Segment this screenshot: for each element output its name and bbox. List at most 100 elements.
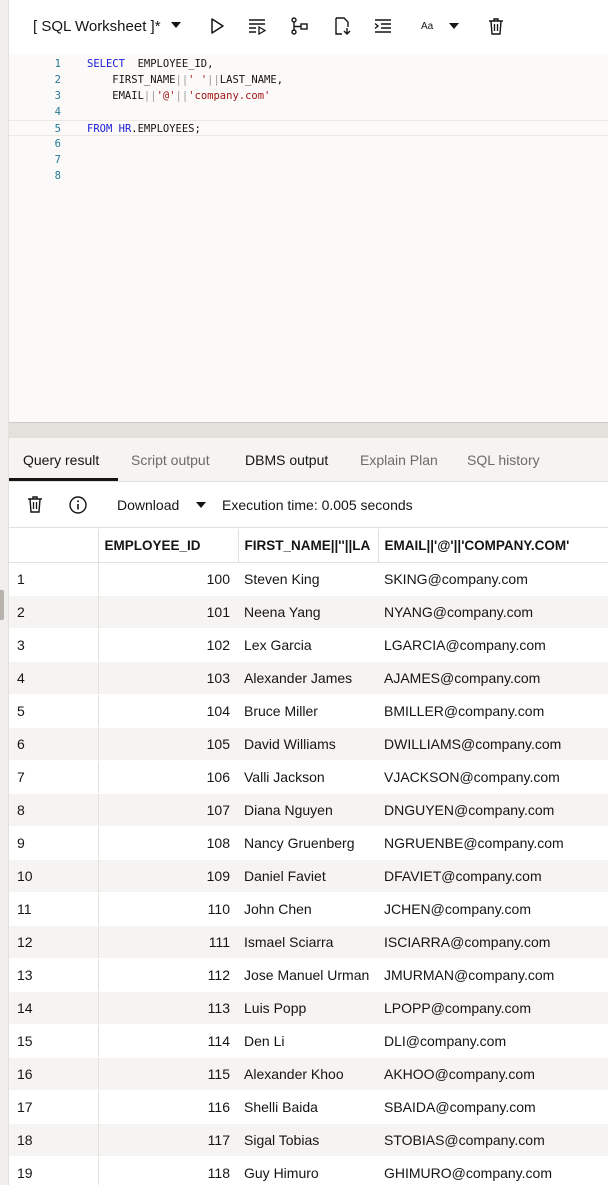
full-name-cell[interactable]: Sigal Tobias: [238, 1123, 378, 1157]
employee-id-cell[interactable]: 115: [98, 1057, 238, 1091]
email-cell[interactable]: AJAMES@company.com: [378, 661, 608, 695]
table-row[interactable]: 1 100 Steven King SKING@company.com: [9, 562, 608, 596]
employee-id-cell[interactable]: 108: [98, 826, 238, 860]
employee-id-cell[interactable]: 106: [98, 760, 238, 794]
column-header-email[interactable]: EMAIL||'@'||'COMPANY.COM': [378, 529, 608, 563]
download-chevron-down-icon[interactable]: [196, 502, 206, 508]
employee-id-cell[interactable]: 100: [98, 562, 238, 596]
format-icon[interactable]: [372, 15, 394, 37]
tab-query-result[interactable]: Query result: [23, 452, 99, 468]
full-name-cell[interactable]: Luis Popp: [238, 991, 378, 1025]
email-cell[interactable]: DNGUYEN@company.com: [378, 793, 608, 827]
tab-dbms-output[interactable]: DBMS output: [245, 452, 328, 468]
row-number-cell[interactable]: 2: [9, 595, 99, 629]
table-row[interactable]: 12 111 Ismael Sciarra ISCIARRA@company.com: [9, 925, 608, 959]
table-row[interactable]: 17 116 Shelli Baida SBAIDA@company.com: [9, 1090, 608, 1124]
employee-id-cell[interactable]: 111: [98, 925, 238, 959]
row-number-cell[interactable]: 1: [9, 562, 99, 596]
row-number-cell[interactable]: 17: [9, 1090, 99, 1124]
sql-editor[interactable]: 1 SELECT EMPLOYEE_ID, 2 FIRST_NAME||' '||L…: [9, 54, 608, 422]
email-cell[interactable]: SKING@company.com: [378, 562, 608, 596]
worksheet-menu-chevron-icon[interactable]: [171, 22, 181, 28]
full-name-cell[interactable]: Guy Himuro: [238, 1156, 378, 1185]
code-line[interactable]: 6: [9, 136, 608, 152]
row-number-cell[interactable]: 13: [9, 958, 99, 992]
row-number-cell[interactable]: 9: [9, 826, 99, 860]
email-cell[interactable]: NGRUENBE@company.com: [378, 826, 608, 860]
run-script-icon[interactable]: [246, 15, 268, 37]
full-name-cell[interactable]: Alexander James: [238, 661, 378, 695]
email-cell[interactable]: JMURMAN@company.com: [378, 958, 608, 992]
table-row[interactable]: 3 102 Lex Garcia LGARCIA@company.com: [9, 628, 608, 662]
employee-id-cell[interactable]: 104: [98, 694, 238, 728]
font-size-icon[interactable]: Aa: [421, 21, 433, 32]
row-number-cell[interactable]: 7: [9, 760, 99, 794]
full-name-cell[interactable]: Den Li: [238, 1024, 378, 1058]
code-line[interactable]: 5 FROM HR.EMPLOYEES;: [9, 120, 608, 136]
panel-resize-handle[interactable]: [0, 590, 4, 620]
table-row[interactable]: 4 103 Alexander James AJAMES@company.com: [9, 661, 608, 695]
code-line[interactable]: 3 EMAIL||'@'||'company.com': [9, 88, 608, 104]
editor-results-splitter[interactable]: [9, 422, 608, 438]
employee-id-cell[interactable]: 102: [98, 628, 238, 662]
row-number-cell[interactable]: 6: [9, 727, 99, 761]
employee-id-cell[interactable]: 114: [98, 1024, 238, 1058]
email-cell[interactable]: AKHOO@company.com: [378, 1057, 608, 1091]
employee-id-cell[interactable]: 113: [98, 991, 238, 1025]
table-row[interactable]: 15 114 Den Li DLI@company.com: [9, 1024, 608, 1058]
code-line[interactable]: 1 SELECT EMPLOYEE_ID,: [9, 56, 608, 72]
email-cell[interactable]: JCHEN@company.com: [378, 892, 608, 926]
employee-id-cell[interactable]: 109: [98, 859, 238, 893]
code-line[interactable]: 2 FIRST_NAME||' '||LAST_NAME,: [9, 72, 608, 88]
full-name-cell[interactable]: Neena Yang: [238, 595, 378, 629]
employee-id-cell[interactable]: 103: [98, 661, 238, 695]
table-row[interactable]: 11 110 John Chen JCHEN@company.com: [9, 892, 608, 926]
employee-id-cell[interactable]: 110: [98, 892, 238, 926]
email-cell[interactable]: LGARCIA@company.com: [378, 628, 608, 662]
tab-script-output[interactable]: Script output: [131, 452, 210, 468]
email-cell[interactable]: LPOPP@company.com: [378, 991, 608, 1025]
row-number-cell[interactable]: 8: [9, 793, 99, 827]
full-name-cell[interactable]: Lex Garcia: [238, 628, 378, 662]
full-name-cell[interactable]: Alexander Khoo: [238, 1057, 378, 1091]
table-row[interactable]: 19 118 Guy Himuro GHIMURO@company.com: [9, 1156, 608, 1185]
email-cell[interactable]: GHIMURO@company.com: [378, 1156, 608, 1185]
explain-plan-icon[interactable]: [288, 15, 310, 37]
full-name-cell[interactable]: Daniel Faviet: [238, 859, 378, 893]
table-row[interactable]: 5 104 Bruce Miller BMILLER@company.com: [9, 694, 608, 728]
full-name-cell[interactable]: David Williams: [238, 727, 378, 761]
tab-sql-history[interactable]: SQL history: [467, 452, 540, 468]
full-name-cell[interactable]: Jose Manuel Urman: [238, 958, 378, 992]
full-name-cell[interactable]: Ismael Sciarra: [238, 925, 378, 959]
full-name-cell[interactable]: Steven King: [238, 562, 378, 596]
table-row[interactable]: 16 115 Alexander Khoo AKHOO@company.com: [9, 1057, 608, 1091]
full-name-cell[interactable]: Shelli Baida: [238, 1090, 378, 1124]
row-number-cell[interactable]: 10: [9, 859, 99, 893]
table-row[interactable]: 18 117 Sigal Tobias STOBIAS@company.com: [9, 1123, 608, 1157]
tab-explain-plan[interactable]: Explain Plan: [360, 452, 438, 468]
email-cell[interactable]: BMILLER@company.com: [378, 694, 608, 728]
row-number-cell[interactable]: 5: [9, 694, 99, 728]
clear-icon[interactable]: [485, 15, 507, 37]
row-number-cell[interactable]: 3: [9, 628, 99, 662]
email-cell[interactable]: STOBIAS@company.com: [378, 1123, 608, 1157]
table-row[interactable]: 7 106 Valli Jackson VJACKSON@company.com: [9, 760, 608, 794]
code-line[interactable]: 4: [9, 104, 608, 120]
code-line[interactable]: 8: [9, 168, 608, 184]
full-name-cell[interactable]: Nancy Gruenberg: [238, 826, 378, 860]
row-number-cell[interactable]: 18: [9, 1123, 99, 1157]
email-cell[interactable]: DFAVIET@company.com: [378, 859, 608, 893]
row-number-cell[interactable]: 19: [9, 1156, 99, 1185]
full-name-cell[interactable]: Valli Jackson: [238, 760, 378, 794]
row-number-cell[interactable]: 15: [9, 1024, 99, 1058]
clear-result-icon[interactable]: [25, 494, 47, 516]
query-result-grid[interactable]: EMPLOYEE_ID FIRST_NAME||''||LA EMAIL||'@…: [9, 529, 608, 1185]
table-row[interactable]: 8 107 Diana Nguyen DNGUYEN@company.com: [9, 793, 608, 827]
row-number-cell[interactable]: 12: [9, 925, 99, 959]
employee-id-cell[interactable]: 107: [98, 793, 238, 827]
row-number-cell[interactable]: 16: [9, 1057, 99, 1091]
row-number-cell[interactable]: 14: [9, 991, 99, 1025]
email-cell[interactable]: SBAIDA@company.com: [378, 1090, 608, 1124]
worksheet-tab-title[interactable]: [ SQL Worksheet ]*: [33, 18, 161, 35]
info-icon[interactable]: [68, 495, 88, 515]
